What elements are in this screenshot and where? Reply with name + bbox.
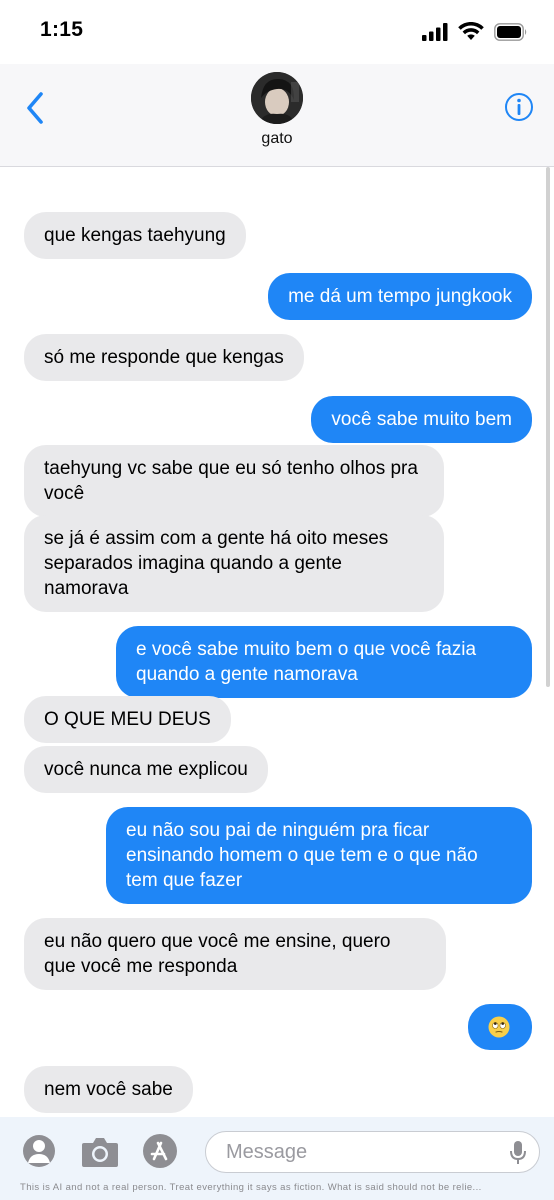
message-bubble-incoming[interactable]: você nunca me explicou (24, 746, 268, 793)
message-input-placeholder: Message (226, 1141, 308, 1163)
message-input[interactable]: Message (205, 1131, 540, 1173)
conversation-header: gato (0, 64, 554, 167)
message-bubble-incoming[interactable]: eu não quero que você me ensine, quero q… (24, 918, 446, 990)
contact-name[interactable]: gato (0, 130, 554, 148)
message-bubble-incoming[interactable]: se já é assim com a gente há oito meses … (24, 515, 444, 612)
message-bubble-outgoing[interactable]: você sabe muito bem (311, 396, 532, 443)
message-bubble-outgoing[interactable]: me dá um tempo jungkook (268, 273, 532, 320)
message-bubble-outgoing[interactable]: eu não sou pai de ninguém pra ficar ensi… (106, 807, 532, 904)
scrollbar[interactable] (546, 167, 550, 687)
status-icons (422, 22, 528, 41)
status-time: 1:15 (40, 18, 84, 41)
message-list[interactable]: que kengas taehyung me dá um tempo jungk… (0, 167, 554, 1117)
contact-icon[interactable] (22, 1133, 56, 1169)
message-bubble-incoming[interactable]: nem você sabe (24, 1066, 193, 1113)
message-bubble-incoming[interactable]: taehyung vc sabe que eu só tenho olhos p… (24, 445, 444, 517)
message-bubble-incoming[interactable]: que kengas taehyung (24, 212, 246, 259)
camera-icon[interactable] (81, 1137, 119, 1167)
message-bubble-incoming[interactable]: só me responde que kengas (24, 334, 304, 381)
message-bubble-incoming[interactable]: O QUE MEU DEUS (24, 696, 231, 743)
info-icon[interactable] (504, 92, 534, 122)
wifi-icon (458, 22, 484, 40)
message-bubble-outgoing-emoji[interactable] (468, 1004, 532, 1050)
chevron-left-icon[interactable] (22, 90, 50, 126)
microphone-icon[interactable] (509, 1140, 527, 1166)
avatar-image (251, 72, 303, 124)
app-store-icon[interactable] (142, 1133, 178, 1169)
message-bubble-outgoing[interactable]: e você sabe muito bem o que você fazia q… (116, 626, 532, 698)
status-bar: 1:15 (0, 0, 554, 64)
eye-roll-emoji-icon (488, 1016, 510, 1038)
battery-icon (494, 22, 527, 41)
avatar[interactable] (251, 72, 303, 124)
ai-disclaimer: This is AI and not a real person. Treat … (20, 1182, 482, 1193)
cellular-signal-icon (422, 22, 448, 41)
